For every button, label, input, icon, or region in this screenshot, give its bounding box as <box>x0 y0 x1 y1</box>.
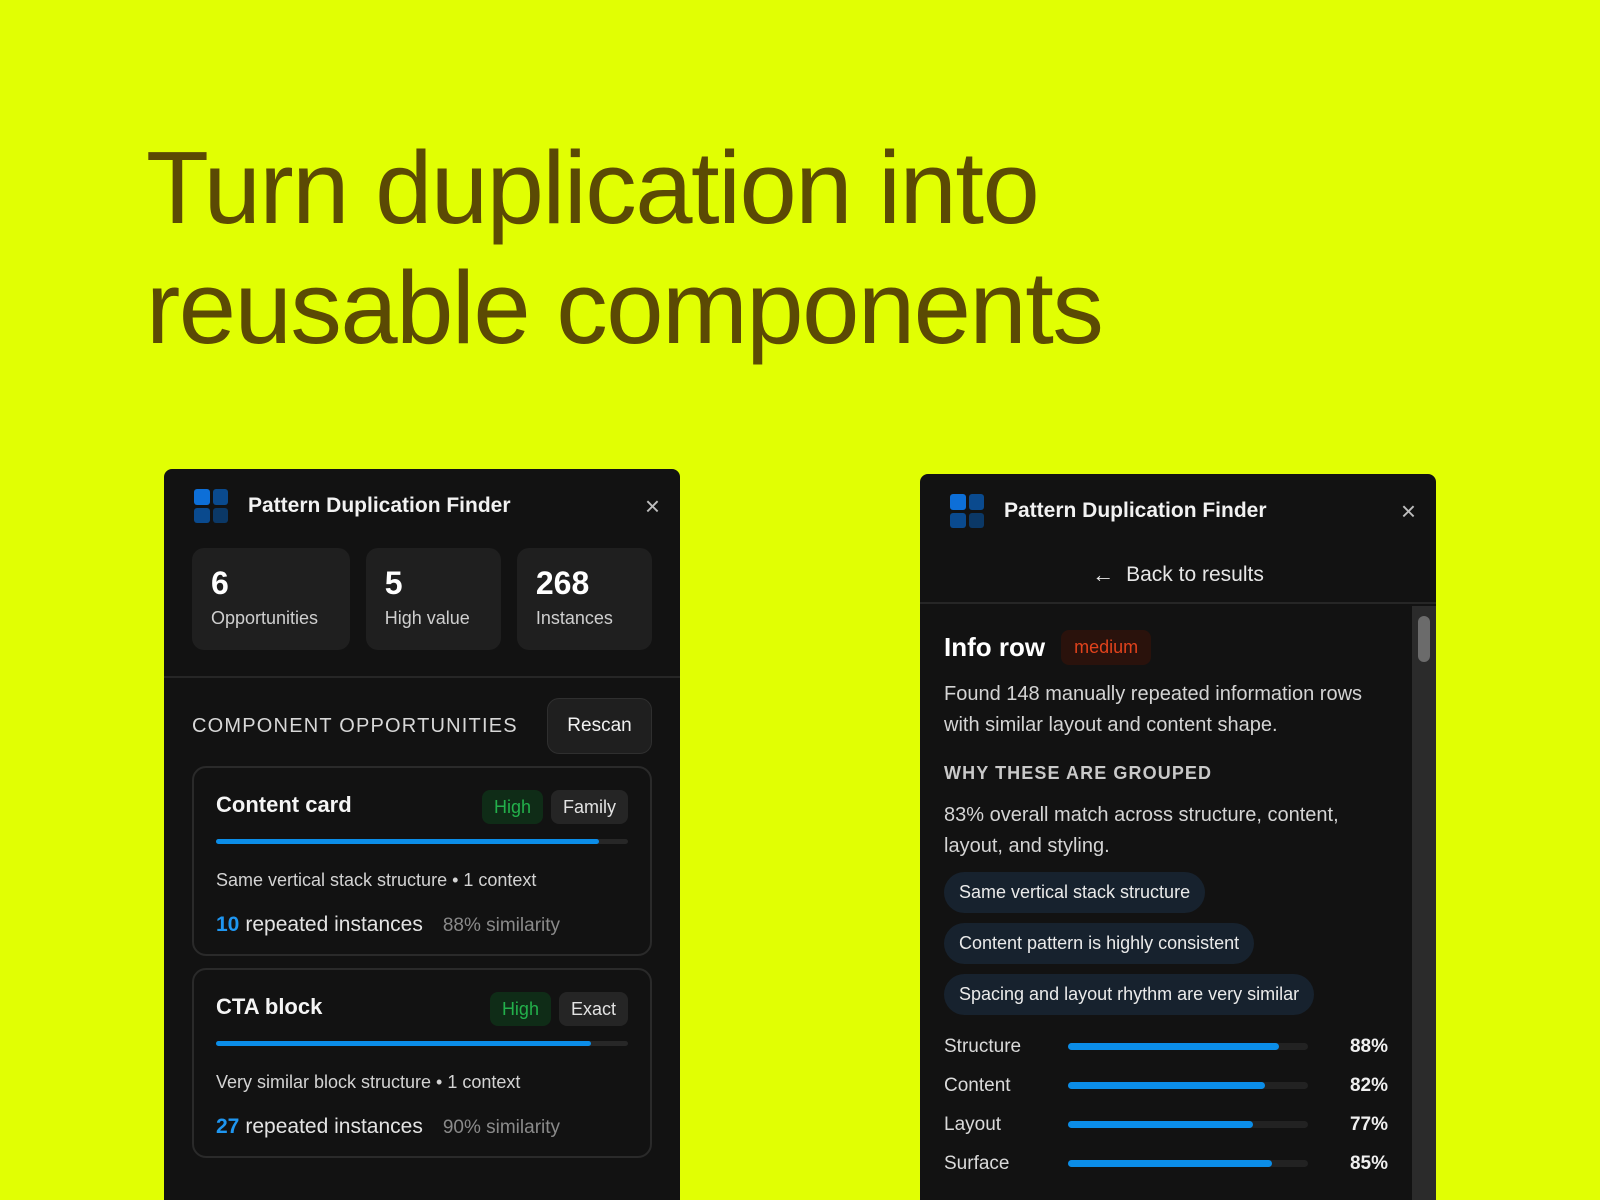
section-header: COMPONENT OPPORTUNITIES Rescan <box>164 678 680 754</box>
close-icon[interactable]: × <box>645 493 660 519</box>
panel-title: Pattern Duplication Finder <box>248 494 511 517</box>
stat-value: 268 <box>535 565 590 601</box>
hero-line-2: reusable components <box>146 250 1104 365</box>
stat-instances: 268 Instances <box>516 548 652 650</box>
similarity-text: 88% similarity <box>442 915 561 936</box>
metric-label: Structure <box>944 1035 1022 1057</box>
instance-count: 10 <box>216 913 240 936</box>
opportunity-card[interactable]: Content card High Family Same vertical s… <box>192 766 652 956</box>
scrollbar-thumb[interactable] <box>1418 616 1430 662</box>
scrollbar[interactable] <box>1412 606 1436 1200</box>
stats-row: 6 Opportunities 5 High value 268 Instanc… <box>164 543 680 650</box>
metric-row: Structure 88% <box>944 1027 1388 1066</box>
stat-label: Instances <box>535 608 613 628</box>
metric-label: Content <box>944 1074 1011 1096</box>
metric-bar <box>1068 1121 1308 1128</box>
similarity-text: 90% similarity <box>442 1117 561 1138</box>
plugin-logo-icon <box>950 494 984 528</box>
instance-count-label: repeated instances <box>245 913 423 936</box>
reason-chip: Same vertical stack structure <box>944 872 1206 913</box>
metric-bar <box>1068 1043 1308 1050</box>
match-kind-badge: Family <box>551 790 628 824</box>
metric-label: Layout <box>944 1113 1002 1135</box>
metric-bar-fill <box>1068 1121 1253 1128</box>
metric-row: Layout 77% <box>944 1105 1388 1144</box>
hero-headline: Turn duplication into reusable component… <box>146 128 1346 368</box>
stat-high-value: 5 High value <box>365 548 501 650</box>
similarity-bar-fill <box>216 839 600 844</box>
section-title: COMPONENT OPPORTUNITIES <box>192 714 518 737</box>
back-label: Back to results <box>1126 563 1264 586</box>
priority-badge: medium <box>1061 630 1152 665</box>
opportunity-name: CTA block <box>216 994 323 1019</box>
hero-line-1: Turn duplication into <box>146 130 1040 245</box>
plugin-logo-icon <box>194 489 228 523</box>
metric-list: Structure 88% Content 82% Layout 77% Sur… <box>944 1027 1388 1183</box>
back-to-results-link[interactable]: ← Back to results <box>920 548 1436 604</box>
instance-count-label: repeated instances <box>245 1115 423 1138</box>
stat-opportunities: 6 Opportunities <box>192 548 350 650</box>
metric-value: 82% <box>1349 1074 1388 1096</box>
metric-bar-fill <box>1068 1160 1272 1167</box>
reason-chip: Content pattern is highly consistent <box>944 923 1255 964</box>
pattern-description: Found 148 manually repeated information … <box>944 683 1363 736</box>
opportunity-description: Very similar block structure • 1 context <box>216 1072 521 1092</box>
reason-chip: Spacing and layout rhythm are very simil… <box>944 974 1315 1015</box>
stat-value: 5 <box>384 565 403 601</box>
metric-row: Content 82% <box>944 1066 1388 1105</box>
reason-chips: Same vertical stack structure Content pa… <box>944 872 1388 1015</box>
similarity-bar <box>216 839 628 844</box>
stat-label: High value <box>384 608 470 628</box>
metric-row: Surface 85% <box>944 1144 1388 1183</box>
stat-value: 6 <box>211 565 229 601</box>
priority-badge: High <box>481 790 543 824</box>
results-panel: Pattern Duplication Finder × 6 Opportuni… <box>164 469 680 1200</box>
opportunity-description: Same vertical stack structure • 1 contex… <box>216 870 537 890</box>
match-kind-badge: Exact <box>558 992 628 1026</box>
metric-bar <box>1068 1160 1308 1167</box>
arrow-left-icon: ← <box>1092 562 1115 587</box>
why-grouped-heading: WHY THESE ARE GROUPED <box>944 763 1213 783</box>
metric-label: Surface <box>944 1152 1010 1174</box>
similarity-bar-fill <box>216 1041 591 1046</box>
instance-count: 27 <box>216 1115 240 1138</box>
overall-match-text: 83% overall match across structure, cont… <box>944 804 1339 857</box>
opportunity-name: Content card <box>216 792 352 817</box>
detail-panel: Pattern Duplication Finder × ← Back to r… <box>920 474 1436 1200</box>
metric-value: 85% <box>1349 1152 1388 1174</box>
metric-bar <box>1068 1082 1308 1089</box>
panel-header: Pattern Duplication Finder × <box>164 469 680 543</box>
metric-bar-fill <box>1068 1043 1280 1050</box>
priority-badge: High <box>489 992 551 1026</box>
close-icon[interactable]: × <box>1401 498 1416 524</box>
metric-bar-fill <box>1068 1082 1265 1089</box>
stat-label: Opportunities <box>211 608 319 628</box>
metric-value: 77% <box>1349 1113 1388 1135</box>
detail-content: Info row medium Found 148 manually repea… <box>920 606 1412 1200</box>
panel-header: Pattern Duplication Finder × <box>920 474 1436 548</box>
pattern-title: Info row <box>944 632 1046 662</box>
rescan-button[interactable]: Rescan <box>547 698 652 754</box>
similarity-bar <box>216 1041 628 1046</box>
panel-title: Pattern Duplication Finder <box>1004 499 1267 522</box>
metric-value: 88% <box>1349 1035 1388 1057</box>
opportunity-card[interactable]: CTA block High Exact Very similar block … <box>192 968 652 1158</box>
